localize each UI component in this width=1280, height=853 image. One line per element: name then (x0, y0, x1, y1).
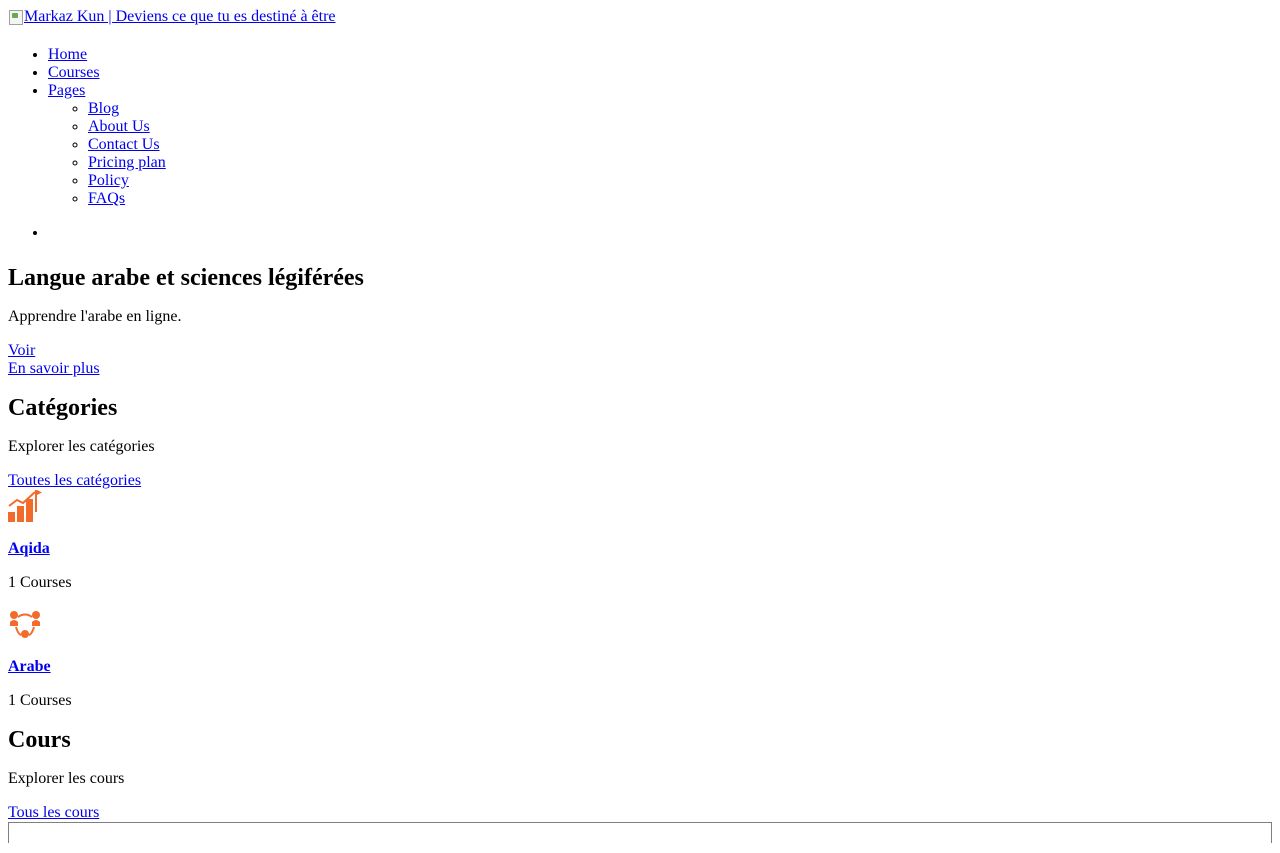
broken-image-icon (8, 9, 24, 25)
category-link-aqida[interactable]: Aqida (8, 540, 50, 557)
nav-link-home[interactable]: Home (48, 46, 87, 63)
categories-title: Catégories (8, 395, 118, 421)
courses-title: Cours (8, 727, 71, 753)
submenu-item-faqs: FAQs (88, 190, 1272, 208)
hero-more-link[interactable]: En savoir plus (8, 360, 1272, 378)
hero-view-link[interactable]: Voir (8, 342, 1272, 360)
nav-item-home: Home (48, 46, 1272, 64)
category-link-arabe[interactable]: Arabe (8, 658, 51, 675)
nav-link-courses[interactable]: Courses (48, 64, 100, 81)
category-card-aqida: Aqida 1 Courses (8, 490, 1272, 592)
main-nav: Home Courses Pages Blog About Us Contact… (8, 46, 1272, 208)
hero-subtitle: Apprendre l'arabe en ligne. (8, 308, 182, 325)
team-network-icon (8, 608, 42, 642)
nav-link-pages[interactable]: Pages (48, 82, 85, 99)
category-count-aqida: 1 Courses (8, 574, 72, 591)
submenu-link-faqs[interactable]: FAQs (88, 190, 125, 207)
category-card-arabe: Arabe 1 Courses (8, 608, 1272, 710)
nav-item-courses: Courses (48, 64, 1272, 82)
courses-subtitle: Explorer les cours (8, 770, 125, 787)
submenu-item-about: About Us (88, 118, 1272, 136)
site-logo-alt-text: Markaz Kun | Deviens ce que tu es destin… (24, 8, 336, 25)
site-logo-link[interactable]: Markaz Kun | Deviens ce que tu es destin… (8, 8, 336, 26)
submenu-item-contact: Contact Us (88, 136, 1272, 154)
category-count-arabe: 1 Courses (8, 692, 72, 709)
submenu-item-pricing: Pricing plan (88, 154, 1272, 172)
submenu-link-about[interactable]: About Us (88, 118, 150, 135)
category-name-aqida: Aqida (8, 540, 1272, 558)
category-name-arabe: Arabe (8, 658, 1272, 676)
all-courses-link[interactable]: Tous les cours (8, 804, 1272, 822)
pages-submenu: Blog About Us Contact Us Pricing plan Po… (48, 100, 1272, 208)
hero-title: Langue arabe et sciences légiférées (8, 265, 364, 291)
courses-table-frame (8, 822, 1272, 843)
all-categories-link[interactable]: Toutes les catégories (8, 472, 1272, 490)
submenu-link-policy[interactable]: Policy (88, 172, 129, 189)
growth-chart-icon (8, 490, 42, 524)
nav-item-pages: Pages Blog About Us Contact Us Pricing p… (48, 82, 1272, 208)
empty-list-item (48, 224, 1272, 242)
submenu-link-blog[interactable]: Blog (88, 100, 119, 117)
submenu-item-blog: Blog (88, 100, 1272, 118)
submenu-link-contact[interactable]: Contact Us (88, 136, 160, 153)
categories-subtitle: Explorer les catégories (8, 438, 155, 455)
empty-list (8, 224, 1272, 242)
submenu-link-pricing[interactable]: Pricing plan (88, 154, 166, 171)
submenu-item-policy: Policy (88, 172, 1272, 190)
